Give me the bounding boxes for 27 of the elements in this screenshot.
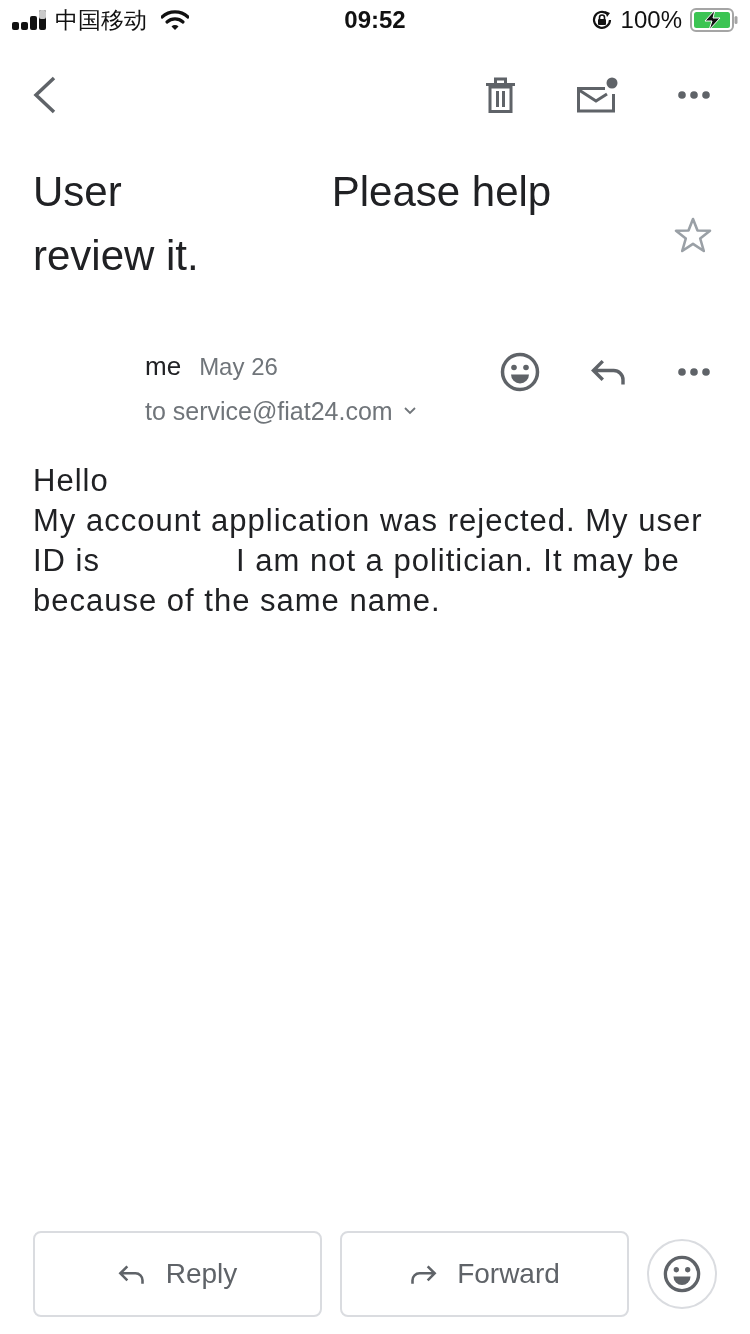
more-icon[interactable] [678, 368, 710, 376]
battery-percentage: 100% [620, 6, 682, 34]
reply-icon [117, 1263, 146, 1285]
rotation-lock-icon [590, 9, 613, 31]
signal-icon [12, 10, 47, 30]
email-subject: User Please help review it. [33, 167, 553, 281]
forward-icon [409, 1263, 438, 1285]
reply-button[interactable]: Reply [33, 1231, 322, 1317]
message-date: May 26 [199, 352, 278, 382]
message-body: My account application was rejected. My user ID is I am not a politician. It may be because of the same name. [33, 502, 704, 620]
caret-down-icon [403, 407, 416, 415]
forward-button[interactable]: Forward [340, 1231, 629, 1317]
more-icon[interactable] [678, 91, 710, 99]
envelope-icon[interactable] [576, 77, 618, 113]
back-icon[interactable] [33, 76, 57, 114]
greeting-text: Hello [33, 462, 110, 500]
battery-icon [690, 8, 738, 32]
wifi-icon [161, 10, 189, 30]
sender-name: me [145, 350, 182, 383]
trash-icon[interactable] [485, 77, 516, 113]
carrier-name: 中国移动 [55, 5, 147, 35]
smiley-icon [663, 1255, 701, 1293]
star-icon[interactable] [674, 217, 712, 253]
reply-icon[interactable] [590, 358, 628, 386]
smiley-icon[interactable] [500, 352, 540, 392]
status-time: 09:52 [344, 6, 406, 34]
recipients-toggle[interactable]: to service@fiat24.com [145, 393, 416, 429]
